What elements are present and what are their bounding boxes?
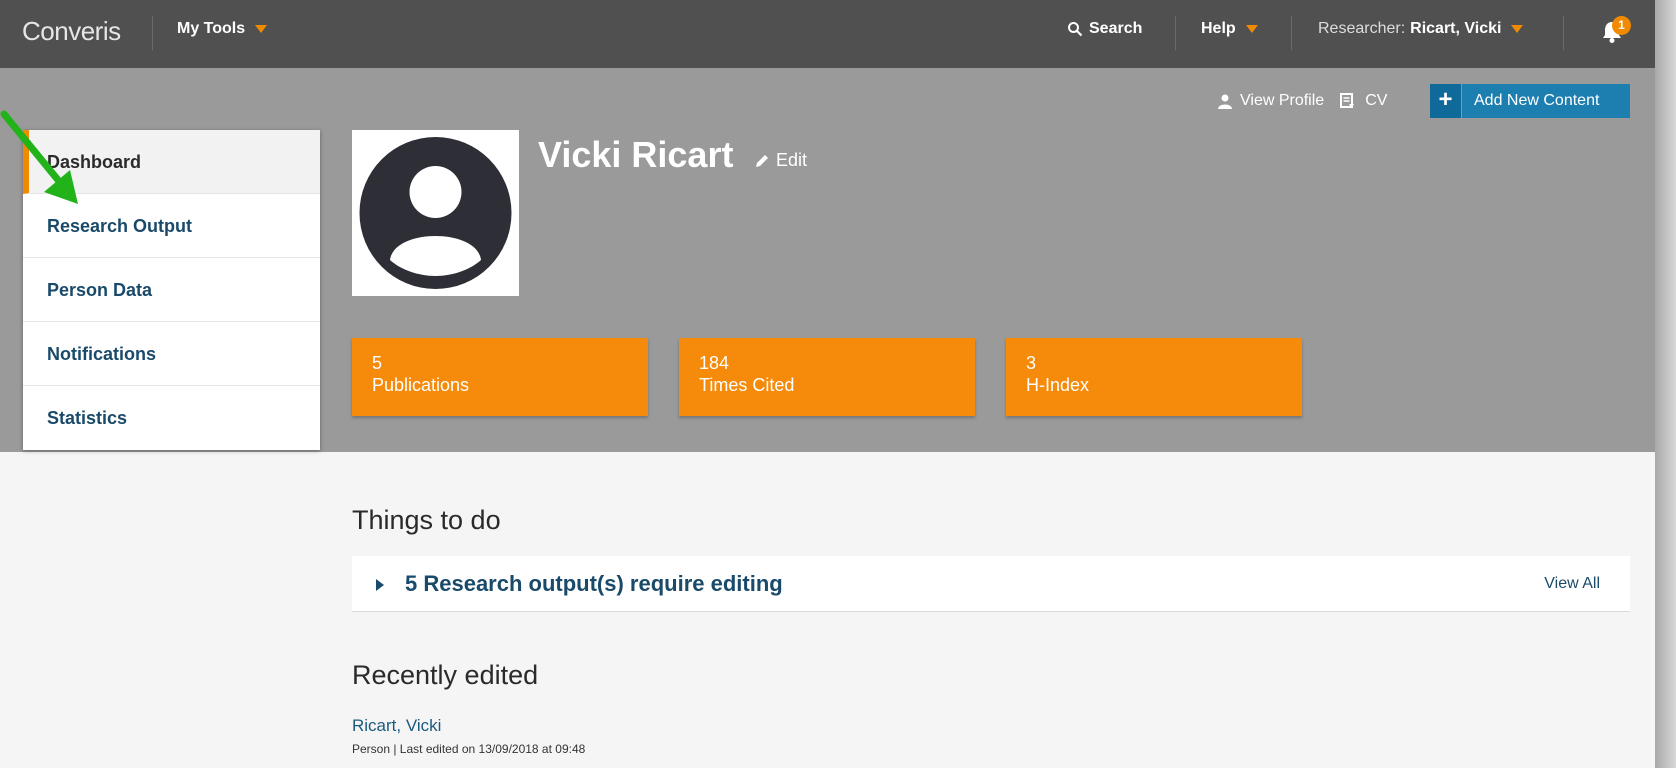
chevron-down-icon (255, 25, 268, 33)
caret-right-icon[interactable] (376, 579, 384, 591)
top-navbar: Converis My Tools Search Help Researcher… (0, 0, 1655, 68)
navbar-divider (1175, 16, 1176, 50)
search-button[interactable]: Search (1067, 20, 1142, 38)
edit-label: Edit (776, 150, 808, 170)
sidebar-item-statistics[interactable]: Statistics (23, 386, 320, 450)
navbar-divider (1291, 16, 1292, 50)
view-profile-label: View Profile (1240, 92, 1325, 109)
stat-value: 5 (372, 353, 383, 373)
stat-label: Times Cited (699, 375, 795, 395)
recent-item-meta: Person | Last edited on 13/09/2018 at 09… (352, 742, 586, 756)
help-label: Help (1201, 20, 1236, 37)
todo-item-label[interactable]: 5 Research output(s) require editing (405, 571, 783, 597)
add-new-content-button[interactable]: + Add New Content (1430, 84, 1630, 118)
researcher-name: Ricart, Vicki (1410, 20, 1502, 37)
navbar-divider (1563, 16, 1564, 50)
sidebar-item-notifications[interactable]: Notifications (23, 322, 320, 386)
chevron-down-icon (1511, 25, 1524, 33)
todo-item[interactable]: 5 Research output(s) require editing Vie… (352, 556, 1630, 612)
search-label: Search (1089, 20, 1143, 37)
plus-icon: + (1430, 84, 1462, 118)
document-icon (1340, 93, 1355, 108)
my-tools-label: My Tools (177, 20, 246, 37)
add-new-content-label: Add New Content (1474, 92, 1600, 109)
green-arrow-annotation (0, 110, 78, 204)
notification-badge: 1 (1612, 16, 1631, 35)
my-tools-menu[interactable]: My Tools (177, 20, 268, 38)
cv-link[interactable]: CV (1340, 92, 1387, 110)
pencil-icon (756, 154, 768, 167)
profile-actions: View Profile CV (1218, 84, 1387, 118)
edit-profile-link[interactable]: Edit (754, 150, 807, 171)
navbar-divider (152, 16, 153, 50)
profile-avatar[interactable] (352, 130, 519, 296)
stat-value: 184 (699, 353, 730, 373)
window-scroll-edge (1655, 0, 1676, 768)
recent-item-link[interactable]: Ricart, Vicki (352, 716, 441, 736)
sidebar-item-person-data[interactable]: Person Data (23, 258, 320, 322)
app-frame: Converis My Tools Search Help Researcher… (0, 0, 1655, 768)
recently-edited-heading: Recently edited (352, 660, 539, 690)
stat-times-cited[interactable]: 184 Times Cited (679, 338, 975, 416)
stat-publications[interactable]: 5 Publications (352, 338, 648, 416)
user-avatar-icon (359, 137, 512, 289)
cv-label: CV (1365, 92, 1388, 109)
stat-h-index[interactable]: 3 H-Index (1006, 338, 1302, 416)
brand-logo[interactable]: Converis (22, 16, 121, 47)
view-all-link[interactable]: View All (1544, 575, 1600, 593)
help-menu[interactable]: Help (1201, 20, 1258, 38)
chevron-down-icon (1245, 25, 1258, 33)
profile-name: Vicki Ricart (538, 134, 734, 175)
researcher-label: Researcher: (1318, 20, 1406, 37)
search-icon (1068, 22, 1083, 37)
stat-label: H-Index (1026, 375, 1090, 395)
user-icon (1218, 94, 1232, 109)
view-profile-link[interactable]: View Profile (1218, 92, 1324, 110)
stat-label: Publications (372, 375, 470, 395)
researcher-menu[interactable]: Researcher: Ricart, Vicki (1318, 20, 1524, 38)
things-to-do-heading: Things to do (352, 505, 501, 535)
stat-value: 3 (1026, 353, 1037, 373)
